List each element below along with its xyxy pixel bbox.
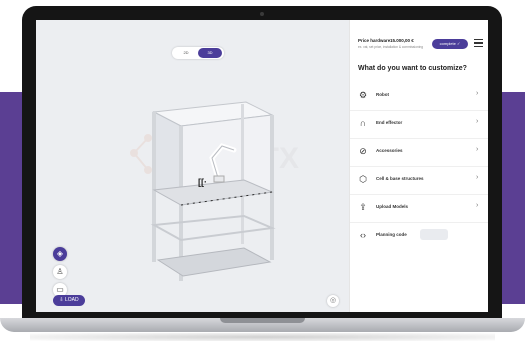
hamburger-menu-icon[interactable] (474, 39, 483, 48)
chevron-right-icon: › (476, 90, 479, 97)
robot-arm-icon: ⚙ (358, 90, 368, 100)
panel-title: What do you want to customize? (358, 65, 467, 72)
menu-item-cell-base[interactable]: ⬡ Cell & base structures › (350, 166, 488, 195)
load-button[interactable]: ⇩ LOAD (53, 295, 85, 306)
camera-reset-icon[interactable]: ◎ (327, 295, 339, 307)
menu-item-label: Robot (376, 92, 389, 97)
layers-icon[interactable]: ◈ (53, 247, 67, 261)
laptop-notch (220, 318, 305, 323)
price-value: 15.000,00 € (390, 38, 414, 43)
menu-item-upload-models[interactable]: ⇪ Upload Models › (350, 194, 488, 223)
menu-item-label: Planning code (376, 232, 407, 237)
menu-item-label: Cell & base structures (376, 176, 424, 181)
menu-item-end-effector[interactable]: ∩ End effector › (350, 110, 488, 139)
person-icon[interactable]: ♙ (53, 265, 67, 279)
chevron-right-icon: › (476, 118, 479, 125)
paperclip-icon: ⊘ (359, 146, 367, 156)
menu-item-label: Upload Models (376, 204, 409, 209)
complete-button[interactable]: complete ✓ (432, 39, 468, 49)
chevron-right-icon: › (476, 146, 479, 153)
laptop-shadow (30, 333, 495, 341)
config-panel: Price hardware 15.000,00 € ex. vat, set … (349, 20, 488, 312)
cube-icon: ⬡ (359, 174, 367, 184)
menu-item-accessories[interactable]: ⊘ Accessories › (350, 138, 488, 167)
webcam (260, 12, 264, 16)
app-screen: 2D 3D ROBTX (36, 20, 488, 312)
svg-text:[[·: [[· (198, 177, 207, 187)
chevron-right-icon: › (476, 174, 479, 181)
gripper-icon: ∩ (359, 118, 367, 128)
menu-item-label: End effector (376, 120, 403, 125)
planning-code-field[interactable] (420, 229, 448, 240)
menu-item-robot[interactable]: ⚙ Robot › (350, 82, 488, 111)
price-label: Price hardware (358, 38, 391, 43)
code-icon: ‹› (360, 230, 366, 240)
robot-cell-model[interactable]: ROBTX (36, 20, 349, 312)
laptop-frame: 2D 3D ROBTX (22, 6, 502, 322)
3d-viewport[interactable]: 2D 3D ROBTX (36, 20, 349, 312)
upload-icon: ⇪ (359, 202, 367, 212)
chevron-right-icon: › (476, 202, 479, 209)
price-subtext: ex. vat, set price, installation & commi… (358, 45, 424, 49)
menu-item-label: Accessories (376, 148, 403, 153)
menu-item-planning-code: ‹› Planning code (350, 222, 488, 250)
